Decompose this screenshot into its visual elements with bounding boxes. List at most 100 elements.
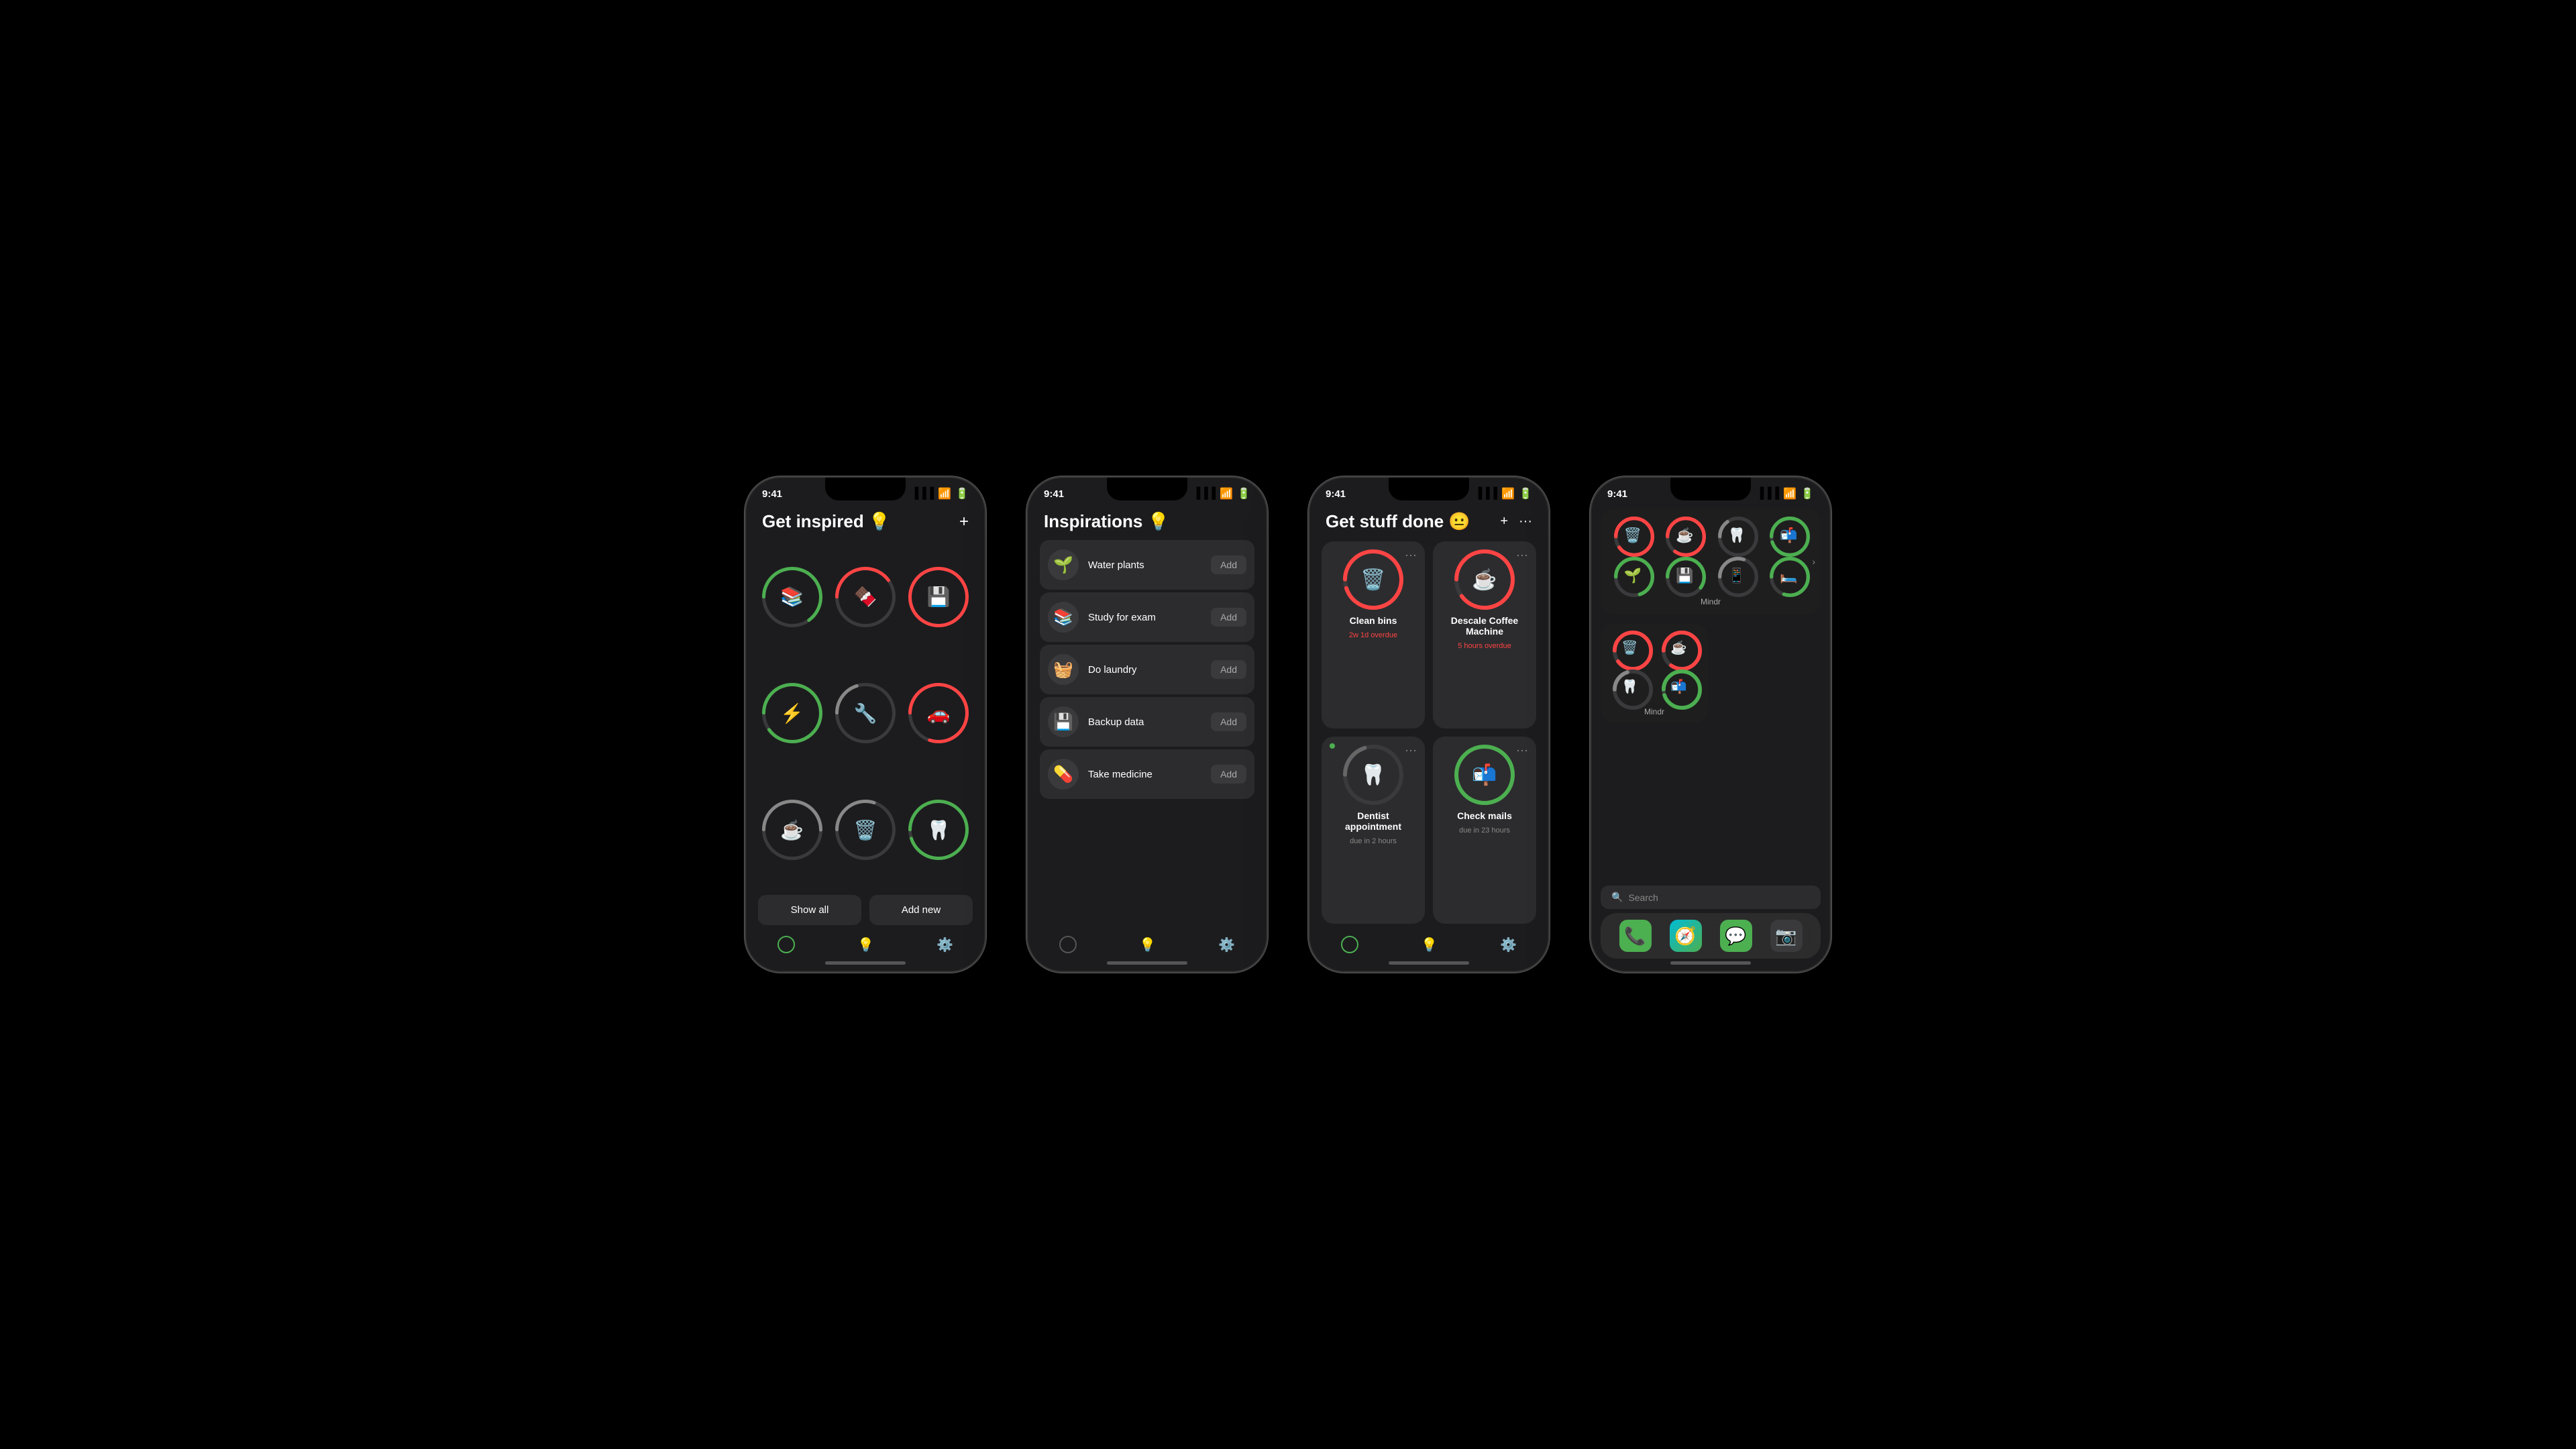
nav-home-1[interactable] (777, 936, 795, 953)
task-ring-2: 🦷 (1343, 745, 1403, 805)
habit-item-5[interactable]: 🚗 (905, 658, 973, 769)
habit-item-1[interactable]: 🍫 (831, 541, 899, 653)
p3-dots-btn[interactable]: ··· (1519, 514, 1532, 529)
task-menu-1[interactable]: ··· (1516, 548, 1528, 562)
show-all-button[interactable]: Show all (758, 895, 861, 925)
task-name-1: Descale Coffee Machine (1441, 615, 1528, 637)
search-bar[interactable]: 🔍 Search (1601, 885, 1821, 909)
p3-action-icons: + ··· (1500, 514, 1532, 529)
status-icons-1: ▐▐▐ 📶 🔋 (911, 487, 969, 500)
task-sub-3: due in 23 hours (1459, 826, 1510, 835)
habit-item-0[interactable]: 📚 (758, 541, 826, 653)
dock-messages-icon[interactable]: 💬 (1720, 920, 1752, 952)
task-menu-0[interactable]: ··· (1405, 548, 1417, 562)
dock-phone-icon[interactable]: 📞 (1619, 920, 1652, 952)
widget-item-widget-grid-large-row2-0: 🌱 (1609, 557, 1657, 594)
widget-circle-widget-grid-large-row2-2: 📱 (1718, 557, 1756, 594)
habit-grid: 📚 🍫 💾 ⚡ 🔧 🚗 ☕ 🗑️ 🦷 (746, 537, 985, 890)
status-icons-2: ▐▐▐ 📶 🔋 (1193, 487, 1250, 500)
add-new-button[interactable]: Add new (869, 895, 973, 925)
bottom-nav-1: 💡 ⚙️ (746, 928, 985, 959)
widget-large[interactable]: 🗑️ ☕ 🦷 📬 🌱 💾 📱 🛏️ › Mindr (1601, 508, 1821, 614)
habit-item-7[interactable]: 🗑️ (831, 774, 899, 885)
widget-circle-widget-grid-large-1: ☕ (1666, 517, 1703, 554)
status-icons-3: ▐▐▐ 📶 🔋 (1474, 487, 1532, 500)
habit-emoji-1: 🍫 (854, 586, 877, 608)
widget-emoji-widget-grid-small-1: ☕ (1670, 640, 1687, 656)
p4-screen: 🗑️ ☕ 🦷 📬 🌱 💾 📱 🛏️ › Mindr (1591, 504, 1830, 971)
p3-header: Get stuff done 😐 + ··· (1309, 504, 1548, 537)
screen-3: Get stuff done 😐 + ··· ··· 🗑️ Clean bins… (1309, 504, 1548, 928)
p2-header: Inspirations 💡 (1028, 504, 1267, 540)
phone-4: 9:41 ▐▐▐ 📶 🔋 🗑️ ☕ 🦷 📬 🌱 💾 (1590, 476, 1831, 973)
insp-add-btn-2[interactable]: Add (1211, 660, 1246, 679)
widget-area: 🗑️ ☕ 🦷 📬 🌱 💾 📱 🛏️ › Mindr (1591, 504, 1830, 880)
habit-emoji-6: ☕ (780, 819, 804, 841)
habit-item-2[interactable]: 💾 (905, 541, 973, 653)
widget-chevron[interactable]: › (1812, 556, 1815, 567)
widget-item-widget-grid-small-2: 🦷 (1607, 669, 1652, 704)
insp-icon-2: 🧺 (1048, 654, 1079, 685)
p1-plus-btn[interactable]: + (959, 513, 969, 531)
task-name-3: Check mails (1457, 810, 1512, 821)
phone-2: 9:41 ▐▐▐ 📶 🔋 Inspirations 💡 🌱 Water plan… (1026, 476, 1268, 973)
inspiration-list: 🌱 Water plants Add 📚 Study for exam Add … (1028, 540, 1267, 928)
widget-circle-widget-grid-large-row2-1: 💾 (1666, 557, 1703, 594)
home-indicator-4 (1670, 961, 1751, 965)
task-name-2: Dentist appointment (1330, 810, 1417, 832)
habit-item-6[interactable]: ☕ (758, 774, 826, 885)
nav-home-2[interactable] (1059, 936, 1077, 953)
task-card-1[interactable]: ··· ☕ Descale Coffee Machine 5 hours ove… (1433, 541, 1536, 729)
nav-bulb-2[interactable]: 💡 (1139, 936, 1156, 953)
insp-add-btn-1[interactable]: Add (1211, 608, 1246, 627)
widget-item-widget-grid-large-row2-3: 🛏️ (1765, 557, 1813, 594)
dock-camera-icon[interactable]: 📷 (1770, 920, 1803, 952)
p3-plus-btn[interactable]: + (1500, 514, 1508, 529)
wifi-icon-4: 📶 (1783, 487, 1796, 500)
widget-emoji-widget-grid-large-2: 🦷 (1728, 527, 1746, 544)
insp-label-1: Study for exam (1088, 612, 1201, 623)
phone-3: 9:41 ▐▐▐ 📶 🔋 Get stuff done 😐 + ··· ··· … (1308, 476, 1550, 973)
nav-gear-1[interactable]: ⚙️ (936, 936, 953, 953)
dock-safari-icon[interactable]: 🧭 (1670, 920, 1702, 952)
nav-bulb-3[interactable]: 💡 (1421, 936, 1438, 953)
insp-icon-0: 🌱 (1048, 549, 1079, 580)
widget-large-label: Mindr (1609, 597, 1813, 606)
habit-item-4[interactable]: 🔧 (831, 658, 899, 769)
widget-circle-widget-grid-small-3: 📬 (1662, 669, 1697, 704)
insp-add-btn-0[interactable]: Add (1211, 555, 1246, 574)
insp-add-btn-3[interactable]: Add (1211, 712, 1246, 731)
habit-emoji-4: 🔧 (854, 702, 877, 724)
p2-title: Inspirations 💡 (1044, 511, 1169, 531)
habit-emoji-3: ⚡ (780, 702, 804, 724)
habit-item-8[interactable]: 🦷 (905, 774, 973, 885)
insp-add-btn-4[interactable]: Add (1211, 765, 1246, 784)
habit-item-3[interactable]: ⚡ (758, 658, 826, 769)
task-card-3[interactable]: ··· 📬 Check mails due in 23 hours (1433, 737, 1536, 924)
task-menu-3[interactable]: ··· (1516, 743, 1528, 757)
task-ring-3: 📬 (1454, 745, 1515, 805)
dock: 📞 🧭 💬 📷 (1601, 913, 1821, 959)
nav-bulb-1[interactable]: 💡 (857, 936, 874, 953)
battery-icon-4: 🔋 (1801, 487, 1814, 500)
widget-circle-widget-grid-small-0: 🗑️ (1613, 631, 1648, 665)
inspiration-item-0: 🌱 Water plants Add (1040, 540, 1254, 590)
insp-icon-4: 💊 (1048, 759, 1079, 790)
task-name-0: Clean bins (1350, 615, 1397, 626)
nav-home-3[interactable] (1341, 936, 1358, 953)
time-1: 9:41 (762, 488, 782, 500)
widget-circle-widget-grid-small-1: ☕ (1662, 631, 1697, 665)
task-card-2[interactable]: ··· 🦷 Dentist appointment due in 2 hours (1322, 737, 1425, 924)
wifi-icon-3: 📶 (1501, 487, 1515, 500)
task-menu-2[interactable]: ··· (1405, 743, 1417, 757)
nav-gear-2[interactable]: ⚙️ (1218, 936, 1235, 953)
inspiration-item-1: 📚 Study for exam Add (1040, 592, 1254, 642)
search-icon: 🔍 (1611, 892, 1623, 903)
widget-small[interactable]: 🗑️ ☕ 🦷 📬 Mindr (1601, 624, 1708, 723)
insp-icon-1: 📚 (1048, 602, 1079, 633)
battery-icon-2: 🔋 (1237, 487, 1250, 500)
task-card-0[interactable]: ··· 🗑️ Clean bins 2w 1d overdue (1322, 541, 1425, 729)
task-sub-1: 5 hours overdue (1458, 642, 1511, 650)
nav-gear-3[interactable]: ⚙️ (1500, 936, 1517, 953)
p3-title: Get stuff done 😐 (1326, 511, 1470, 532)
